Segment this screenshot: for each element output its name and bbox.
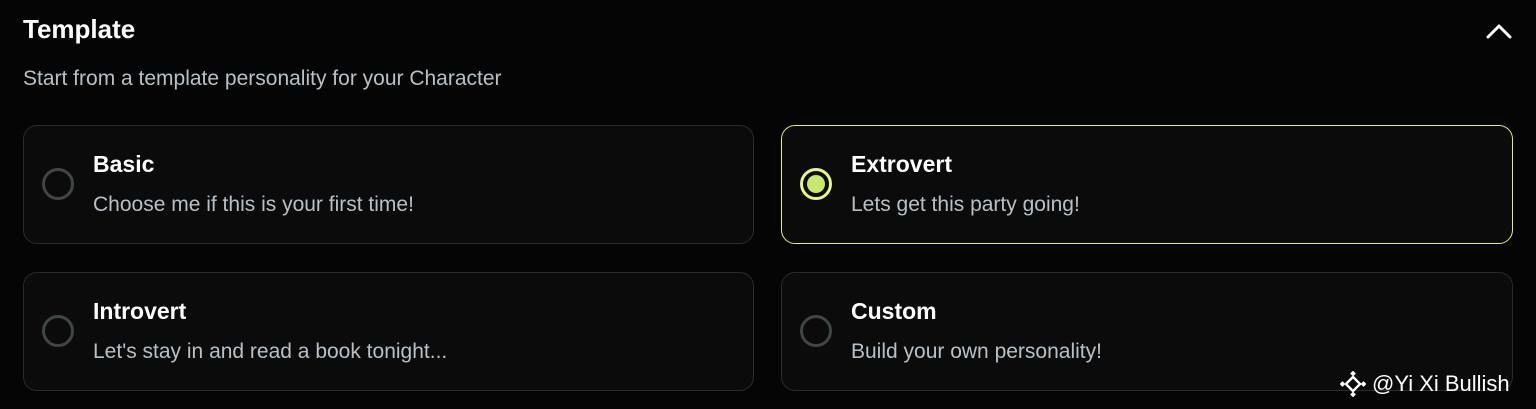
- watermark: @Yi Xi Bullish: [1340, 368, 1510, 400]
- option-introvert[interactable]: Introvert Let's stay in and read a book …: [23, 272, 754, 391]
- option-extrovert[interactable]: Extrovert Lets get this party going!: [781, 125, 1513, 244]
- option-description: Build your own personality!: [851, 340, 1102, 363]
- option-title: Introvert: [93, 298, 187, 324]
- radio-button[interactable]: [42, 315, 74, 347]
- section-subtitle: Start from a template personality for yo…: [23, 67, 502, 90]
- option-description: Let's stay in and read a book tonight...: [93, 340, 448, 363]
- watermark-text: @Yi Xi Bullish: [1372, 371, 1510, 396]
- radio-button[interactable]: [800, 168, 832, 200]
- template-section: Template Start from a template personali…: [0, 0, 1536, 409]
- collapse-button[interactable]: [1480, 14, 1518, 48]
- option-description: Lets get this party going!: [851, 193, 1080, 216]
- radio-button[interactable]: [42, 168, 74, 200]
- option-basic[interactable]: Basic Choose me if this is your first ti…: [23, 125, 754, 244]
- binance-logo-icon: [1340, 371, 1366, 397]
- option-title: Custom: [851, 298, 937, 324]
- chevron-up-icon: [1486, 24, 1512, 39]
- option-description: Choose me if this is your first time!: [93, 193, 414, 216]
- option-title: Extrovert: [851, 151, 952, 177]
- radio-dot: [807, 175, 825, 193]
- option-title: Basic: [93, 151, 155, 177]
- radio-button[interactable]: [800, 315, 832, 347]
- section-title: Template: [23, 14, 136, 44]
